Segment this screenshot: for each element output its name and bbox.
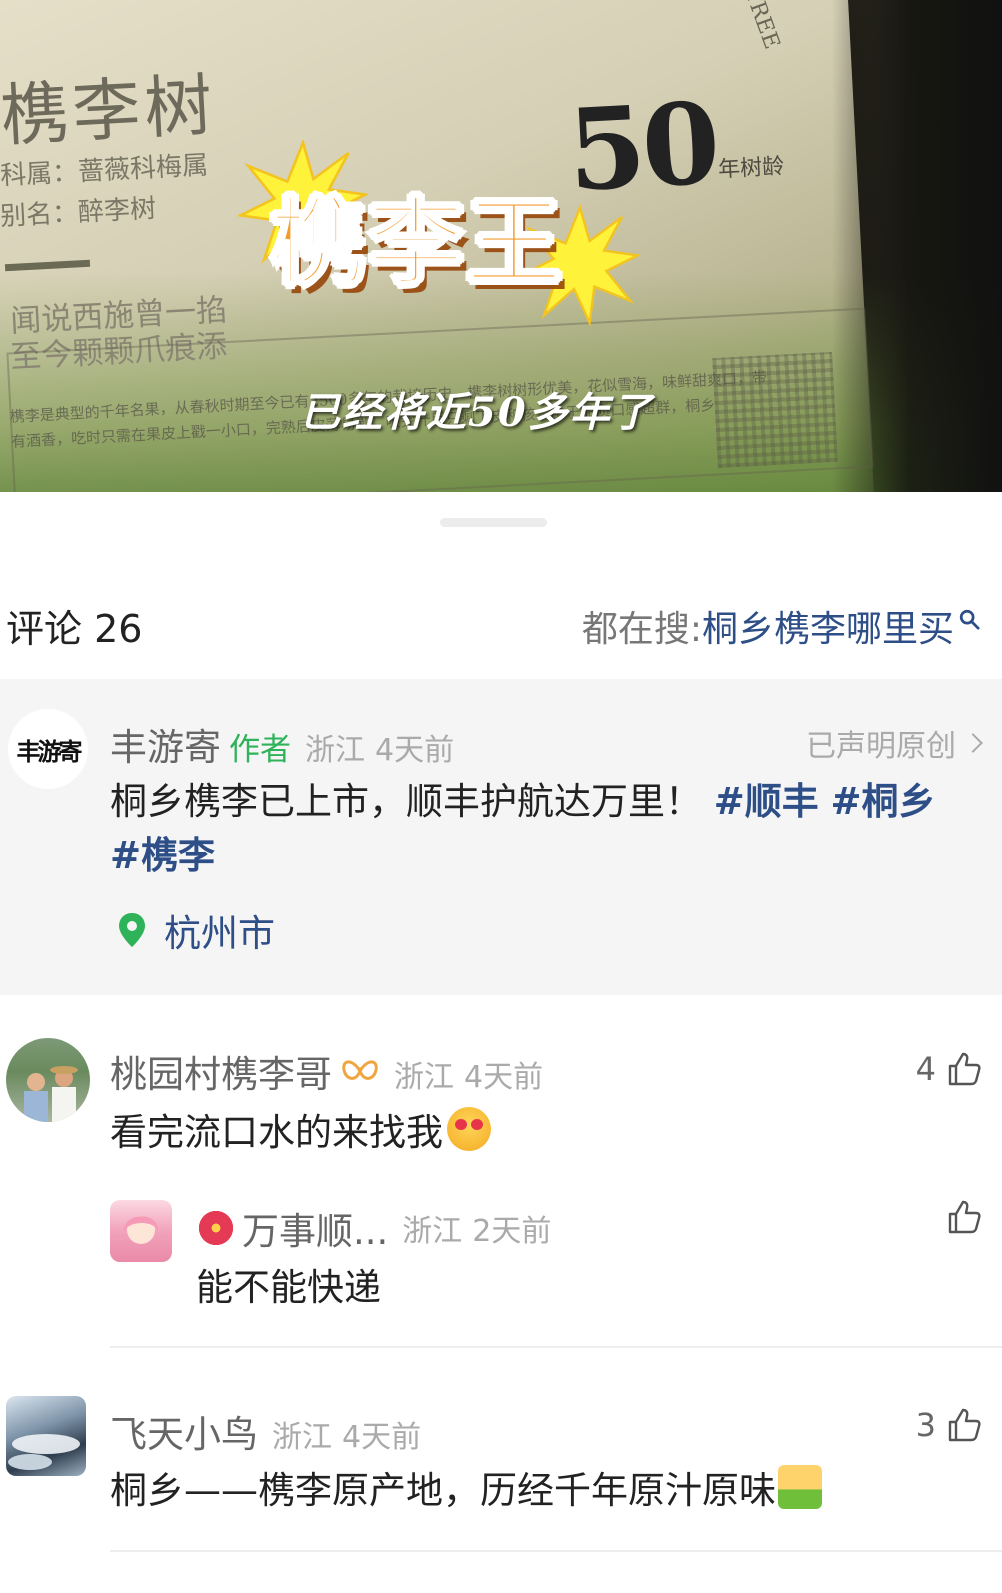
comment-item[interactable]: 飞天小鸟 浙江 4天前 3 桐乡——槜李原产地，历经千年原汁原味 xyxy=(0,1390,1002,1540)
comment-text: 能不能快递 xyxy=(196,1257,381,1311)
card-title: 槜李树 xyxy=(0,66,219,157)
divider xyxy=(110,1550,1002,1552)
hot-search-link[interactable]: 都在搜: 桐乡槜李哪里买 xyxy=(582,600,980,652)
like-count: 4 xyxy=(915,1050,936,1088)
comment-body: 能不能快递 xyxy=(196,1266,381,1309)
commenter-name[interactable]: 飞天小鸟 xyxy=(110,1404,258,1458)
post-body: 桐乡槜李已上市，顺丰护航达万里！ xyxy=(110,780,702,823)
author-meta: 丰游寄 作者 浙江 4天前 xyxy=(110,717,454,771)
hot-search-query[interactable]: 桐乡槜李哪里买 xyxy=(702,600,954,652)
vip-butterfly-icon xyxy=(342,1060,378,1080)
comment-text: 看完流口水的来找我 xyxy=(110,1102,491,1156)
comment-region: 浙江 xyxy=(394,1060,454,1095)
original-label: 已声明原创 xyxy=(806,729,956,764)
avatar-sky-icon xyxy=(8,1434,80,1470)
hashtag-link[interactable]: #桐乡 xyxy=(831,780,936,823)
comment-region: 浙江 xyxy=(402,1214,463,1249)
author-region: 浙江 xyxy=(305,733,365,768)
author-name[interactable]: 丰游寄 xyxy=(110,717,221,771)
thumbs-up-emoji-icon xyxy=(778,1465,822,1509)
thumbs-up-icon xyxy=(948,1408,981,1442)
avatar[interactable] xyxy=(6,1038,90,1122)
comments-header: 评论 26 都在搜: 桐乡槜李哪里买 xyxy=(0,590,1002,654)
like-count: 3 xyxy=(915,1406,936,1444)
qr-code xyxy=(712,351,838,469)
avatar[interactable] xyxy=(6,1396,86,1476)
comments-count: 评论 26 xyxy=(6,607,143,651)
original-declaration[interactable]: 已声明原创 xyxy=(806,721,983,765)
location-pin-icon xyxy=(119,913,145,947)
hashtag-link[interactable]: #槜李 xyxy=(110,834,215,877)
divider xyxy=(110,1346,1002,1348)
location-text: 杭州市 xyxy=(164,912,275,955)
avatar-logo-text: 丰游寄 xyxy=(16,736,83,766)
avatar[interactable] xyxy=(110,1200,172,1262)
sheet-drag-handle[interactable] xyxy=(440,518,547,527)
avatar-anime-icon xyxy=(123,1216,159,1244)
hot-search-label: 都在搜: xyxy=(581,609,702,650)
comment-region: 浙江 xyxy=(272,1420,332,1455)
flower-emoji-icon xyxy=(196,1208,236,1248)
video-badge-text: 槜李王 xyxy=(269,186,564,301)
author-post[interactable]: 丰游寄 丰游寄 作者 浙江 4天前 已声明原创 桐乡槜李已上市，顺丰护航达万里！… xyxy=(0,679,1002,995)
author-badge: 作者 xyxy=(229,732,291,768)
comment-time: 4天前 xyxy=(342,1420,422,1455)
search-icon xyxy=(959,609,980,630)
comment-text: 桐乡——槜李原产地，历经千年原汁原味 xyxy=(110,1460,822,1514)
like-button[interactable]: 4 xyxy=(916,1050,982,1088)
thumbs-up-icon xyxy=(948,1052,981,1086)
video-subtitle: 已经将近50多年了 xyxy=(300,389,654,436)
reply-item[interactable]: 万事顺... 浙江 2天前 能不能快递 xyxy=(0,1195,1002,1325)
comment-item[interactable]: 桃园村槜李哥 浙江 4天前 4 看完流口水的来找我 xyxy=(0,1030,1002,1180)
reply-meta: 万事顺... 浙江 2天前 xyxy=(196,1201,551,1255)
chevron-right-icon xyxy=(963,733,983,753)
video-player[interactable]: 槜李树 科属：蔷薇科梅属 别名：醉李树 闻说西施曾一掐 至今颗颗爪痕添 槜李是典… xyxy=(0,0,1002,492)
comment-meta: 桃园村槜李哥 浙江 4天前 xyxy=(110,1044,543,1098)
comment-body: 看完流口水的来找我 xyxy=(110,1111,443,1154)
heart-eyes-emoji-icon xyxy=(447,1107,491,1151)
thumbs-up-icon xyxy=(948,1200,981,1234)
hashtag-link[interactable]: #顺丰 xyxy=(714,780,819,823)
tree-age-label: 年树龄 xyxy=(717,154,785,183)
location-link[interactable]: 杭州市 xyxy=(118,903,275,957)
like-button[interactable] xyxy=(936,1199,982,1235)
post-text: 桐乡槜李已上市，顺丰护航达万里！ #顺丰 #桐乡 #槜李 xyxy=(110,775,980,883)
like-button[interactable]: 3 xyxy=(916,1406,982,1444)
commenter-name[interactable]: 桃园村槜李哥 xyxy=(110,1044,332,1098)
author-time: 4天前 xyxy=(375,733,455,768)
comment-body: 桐乡——槜李原产地，历经千年原汁原味 xyxy=(110,1469,776,1512)
avatar[interactable]: 丰游寄 xyxy=(8,709,88,789)
tree-age-number: 50 xyxy=(564,78,720,217)
comment-meta: 飞天小鸟 浙江 4天前 xyxy=(110,1404,421,1458)
comment-time: 2天前 xyxy=(472,1214,552,1249)
commenter-name[interactable]: 万事顺... xyxy=(242,1201,388,1255)
avatar-photo xyxy=(24,1066,78,1122)
comment-time: 4天前 xyxy=(464,1060,544,1095)
